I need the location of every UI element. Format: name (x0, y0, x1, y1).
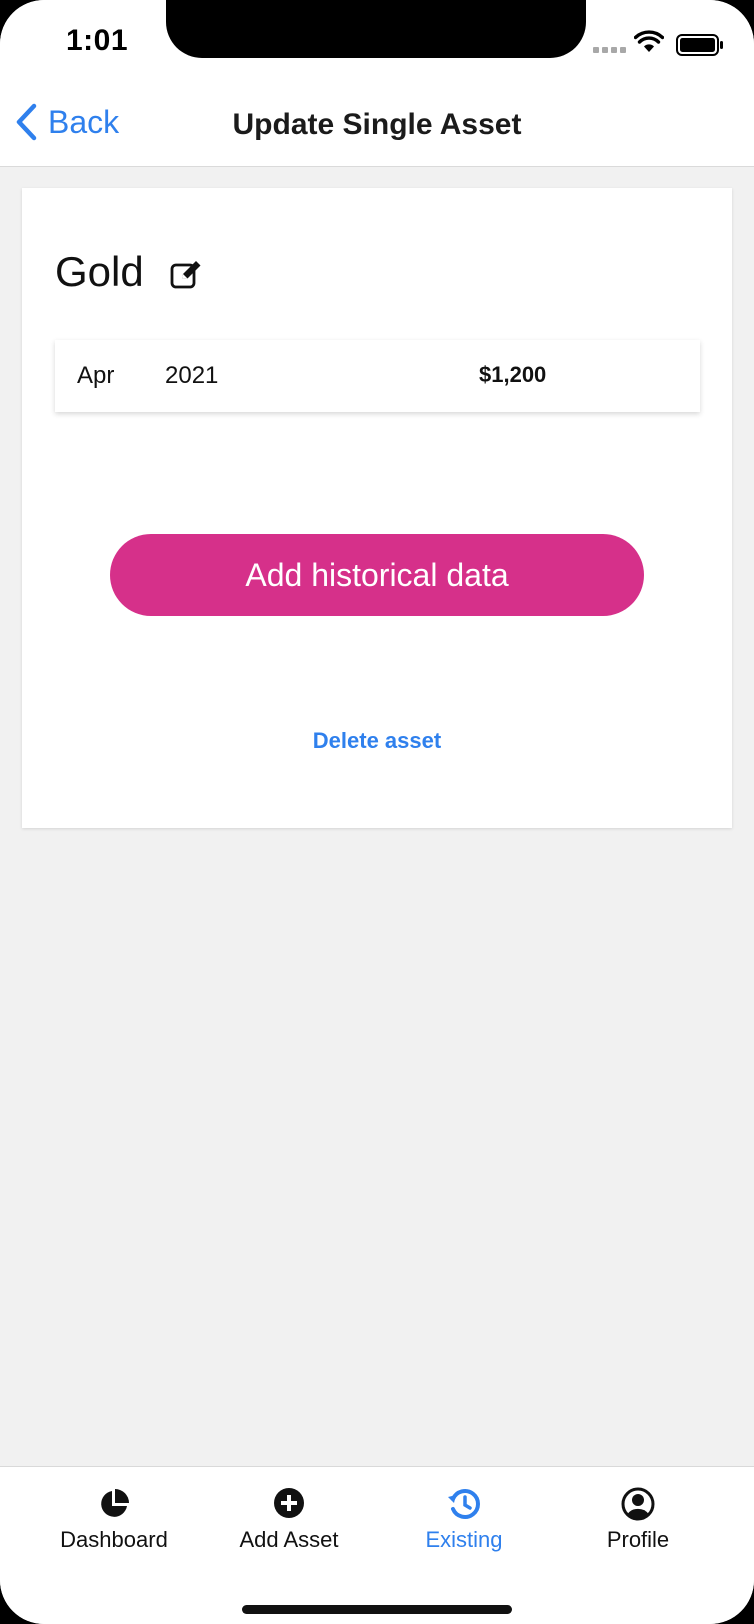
asset-name: Gold (55, 248, 144, 295)
tab-label: Add Asset (239, 1527, 339, 1552)
user-circle-icon (621, 1487, 655, 1521)
edit-icon[interactable] (170, 258, 204, 290)
history-icon (448, 1489, 480, 1519)
add-circle-icon (274, 1488, 304, 1518)
device-notch (166, 0, 586, 58)
history-entry-row[interactable]: Apr 2021 $1,200 (55, 340, 700, 412)
delete-asset-link[interactable]: Delete asset (22, 728, 732, 754)
entry-month: Apr (77, 362, 115, 389)
navigation-bar: Back Update Single Asset (0, 84, 754, 167)
asset-title-row: Gold (55, 248, 204, 296)
asset-card: Gold Apr 2021 $1,200 Add historical data… (22, 188, 732, 828)
add-historical-data-button[interactable]: Add historical data (110, 534, 644, 616)
tab-label: Existing (425, 1527, 503, 1552)
page-title: Update Single Asset (232, 108, 522, 141)
tab-label: Dashboard (60, 1527, 168, 1552)
tab-profile[interactable]: Profile (553, 1467, 723, 1577)
tab-add-asset[interactable]: Add Asset (204, 1467, 374, 1577)
app-screen: 1:01 Back Update Single Asset Gold Apr 2… (0, 0, 754, 1624)
tab-label: Profile (606, 1527, 670, 1552)
entry-value: $1,200 (479, 362, 547, 387)
status-time: 1:01 (66, 24, 129, 57)
tab-dashboard[interactable]: Dashboard (29, 1467, 199, 1577)
home-indicator (242, 1605, 512, 1614)
cellular-signal-icon (593, 47, 626, 53)
status-bar: 1:01 (0, 0, 754, 84)
bottom-tab-bar: Dashboard Add Asset Existing Profile (0, 1466, 754, 1624)
tab-existing[interactable]: Existing (379, 1467, 549, 1577)
wifi-icon (634, 30, 664, 52)
entry-year: 2021 (165, 362, 219, 389)
battery-icon (676, 34, 723, 56)
pie-chart-icon (101, 1489, 129, 1517)
